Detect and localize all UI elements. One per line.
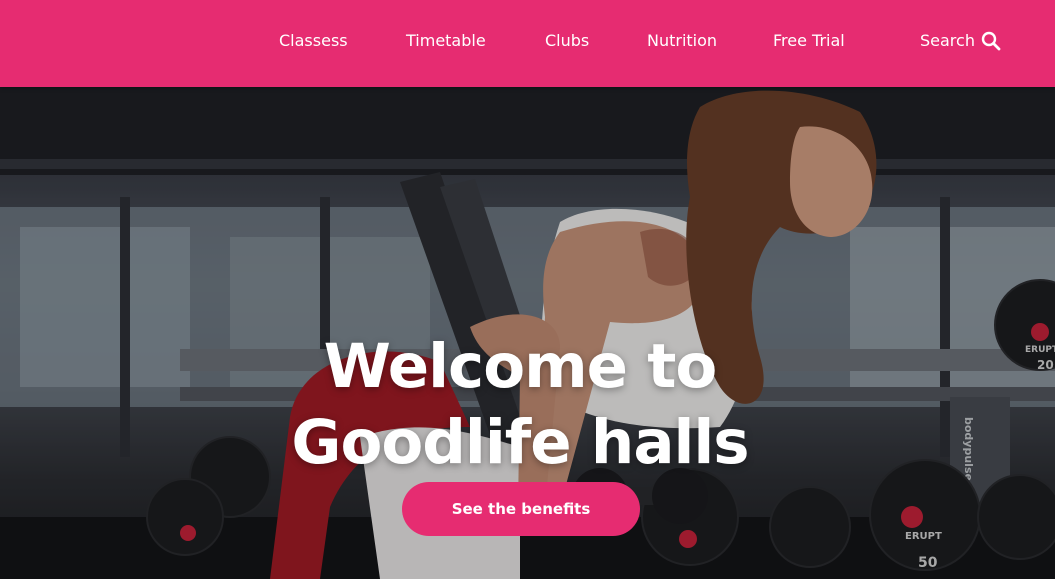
nav-item-free-trial[interactable]: Free Trial	[773, 30, 845, 52]
nav-item-classes[interactable]: Classess	[279, 30, 348, 52]
search-icon	[981, 31, 1001, 51]
nav-search[interactable]: Search	[920, 30, 1001, 52]
hero-title-line-1: Welcome to	[323, 331, 718, 402]
top-nav: Classess Timetable Clubs Nutrition Free …	[0, 0, 1055, 87]
see-benefits-button[interactable]: See the benefits	[402, 482, 640, 536]
hero-title-line-2: Goodlife halls	[291, 407, 749, 478]
hero-title: Welcome to Goodlife halls	[210, 329, 830, 481]
nav-item-nutrition[interactable]: Nutrition	[647, 30, 717, 52]
nav-search-label: Search	[920, 31, 975, 50]
nav-item-timetable[interactable]: Timetable	[406, 30, 486, 52]
nav-item-clubs[interactable]: Clubs	[545, 30, 589, 52]
hero-section: bodypulse ERUPT 50 ERUPT 20 Welcome to G…	[0, 87, 1055, 579]
